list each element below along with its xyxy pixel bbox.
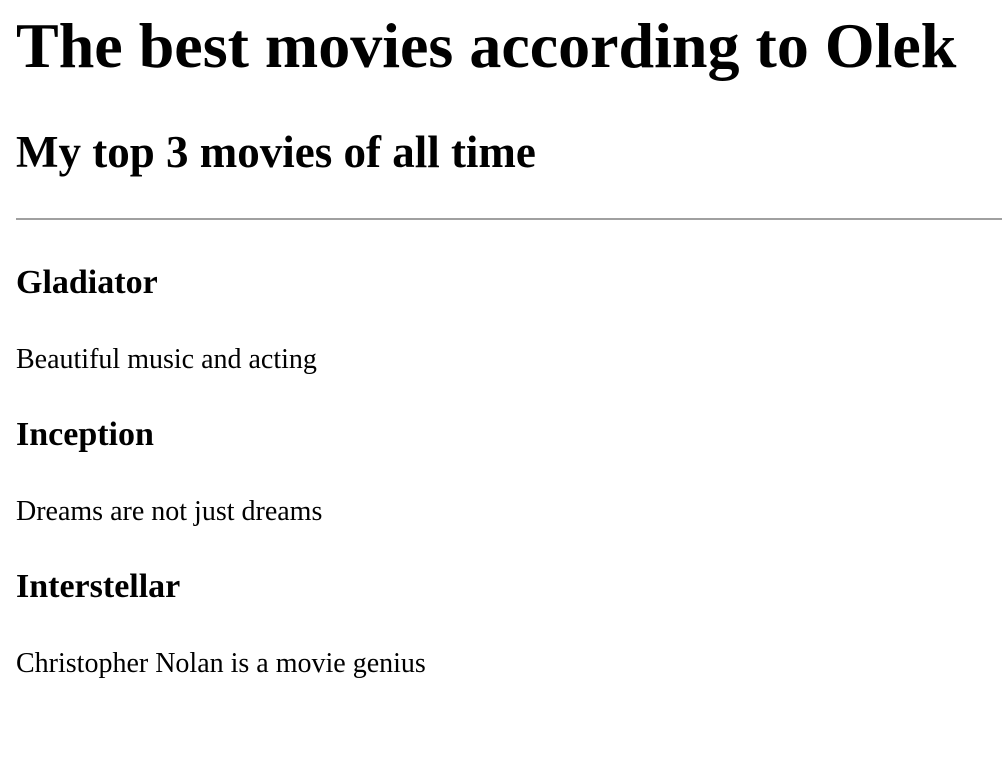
movie-list: Gladiator Beautiful music and acting Inc… bbox=[16, 266, 1002, 678]
movie-item-gladiator: Gladiator Beautiful music and acting bbox=[16, 266, 1002, 374]
movie-title: Inception bbox=[16, 416, 154, 453]
movie-description: Dreams are not just dreams bbox=[16, 496, 323, 527]
movie-title: Gladiator bbox=[16, 264, 158, 301]
page-content: The best movies according to Olek My top… bbox=[0, 14, 1002, 678]
movie-description: Christopher Nolan is a movie genius bbox=[16, 648, 426, 679]
movie-title: Interstellar bbox=[16, 568, 181, 605]
movie-description: Beautiful music and acting bbox=[16, 344, 317, 375]
movie-item-interstellar: Interstellar Christopher Nolan is a movi… bbox=[16, 570, 1002, 678]
page-title: The best movies according to Olek bbox=[16, 10, 957, 81]
divider bbox=[16, 218, 1002, 220]
movie-item-inception: Inception Dreams are not just dreams bbox=[16, 418, 1002, 526]
page-subtitle: My top 3 movies of all time bbox=[16, 127, 536, 177]
